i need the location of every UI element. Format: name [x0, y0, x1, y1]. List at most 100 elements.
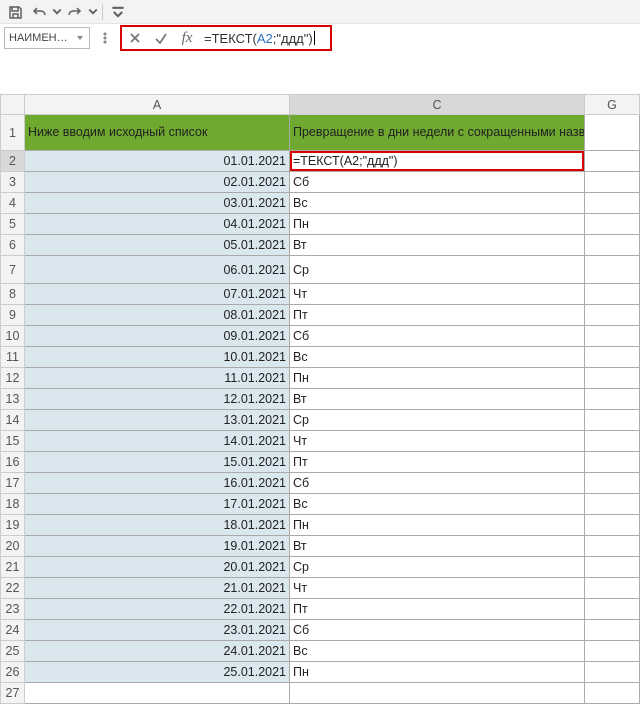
cell-A[interactable]: 07.01.2021 — [25, 284, 290, 305]
row-header[interactable]: 18 — [1, 494, 25, 515]
cell-C[interactable]: Пн — [290, 662, 585, 683]
cell-A[interactable]: 11.01.2021 — [25, 368, 290, 389]
header-cell-A1[interactable]: Ниже вводим исходный список — [25, 115, 290, 151]
cell-C[interactable]: Пн — [290, 515, 585, 536]
row-header[interactable]: 14 — [1, 410, 25, 431]
cell-C[interactable]: Вс — [290, 193, 585, 214]
cell-G[interactable] — [585, 557, 640, 578]
undo-button[interactable] — [28, 2, 50, 22]
row-header[interactable]: 21 — [1, 557, 25, 578]
cell-C[interactable]: Пт — [290, 305, 585, 326]
cell-C[interactable]: Ср — [290, 557, 585, 578]
cell-A[interactable]: 24.01.2021 — [25, 641, 290, 662]
cell[interactable] — [585, 115, 640, 151]
cell-C[interactable]: Сб — [290, 172, 585, 193]
cell-A[interactable]: 04.01.2021 — [25, 214, 290, 235]
column-header-G[interactable]: G — [585, 95, 640, 115]
cell-G[interactable] — [585, 578, 640, 599]
cell-C[interactable]: Чт — [290, 431, 585, 452]
cell-C[interactable] — [290, 683, 585, 704]
redo-button[interactable] — [64, 2, 86, 22]
cell-C[interactable]: Вс — [290, 494, 585, 515]
cell-G[interactable] — [585, 151, 640, 172]
cell-G[interactable] — [585, 662, 640, 683]
cell-G[interactable] — [585, 473, 640, 494]
row-header[interactable]: 3 — [1, 172, 25, 193]
row-header[interactable]: 4 — [1, 193, 25, 214]
cell-C[interactable]: Пт — [290, 599, 585, 620]
row-controls[interactable] — [96, 27, 114, 49]
row-header[interactable]: 26 — [1, 662, 25, 683]
cell-G[interactable] — [585, 326, 640, 347]
cell-A[interactable]: 25.01.2021 — [25, 662, 290, 683]
cell-G[interactable] — [585, 214, 640, 235]
row-header[interactable]: 12 — [1, 368, 25, 389]
cell-G[interactable] — [585, 368, 640, 389]
cell-C[interactable]: Ср — [290, 256, 585, 284]
name-box[interactable]: НАИМЕН… — [4, 27, 90, 49]
row-header[interactable]: 10 — [1, 326, 25, 347]
row-header[interactable]: 24 — [1, 620, 25, 641]
customize-qat-button[interactable] — [107, 2, 129, 22]
row-header[interactable]: 9 — [1, 305, 25, 326]
cell-G[interactable] — [585, 515, 640, 536]
cell-G[interactable] — [585, 494, 640, 515]
save-button[interactable] — [4, 2, 26, 22]
row-header[interactable]: 25 — [1, 641, 25, 662]
cell-C[interactable]: Пт — [290, 452, 585, 473]
row-header[interactable]: 22 — [1, 578, 25, 599]
cell-G[interactable] — [585, 235, 640, 256]
row-header[interactable]: 5 — [1, 214, 25, 235]
header-cell-C1[interactable]: Превращение в дни недели с сокращенными … — [290, 115, 585, 151]
cell-A[interactable]: 09.01.2021 — [25, 326, 290, 347]
cell-C[interactable]: Вт — [290, 536, 585, 557]
row-header[interactable]: 16 — [1, 452, 25, 473]
cell-C[interactable]: Сб — [290, 620, 585, 641]
row-header[interactable]: 2 — [1, 151, 25, 172]
cell-A[interactable]: 13.01.2021 — [25, 410, 290, 431]
formula-input[interactable]: =ТЕКСТ(A2;"ддд") — [200, 28, 330, 49]
row-header[interactable]: 13 — [1, 389, 25, 410]
row-header[interactable]: 15 — [1, 431, 25, 452]
cell-G[interactable] — [585, 536, 640, 557]
cell-A[interactable] — [25, 683, 290, 704]
cell-A[interactable]: 05.01.2021 — [25, 235, 290, 256]
cell-G[interactable] — [585, 620, 640, 641]
column-header-C[interactable]: C — [290, 95, 585, 115]
row-header[interactable]: 27 — [1, 683, 25, 704]
row-header[interactable]: 6 — [1, 235, 25, 256]
row-header[interactable]: 23 — [1, 599, 25, 620]
cell-C[interactable]: Сб — [290, 326, 585, 347]
cell-C[interactable]: Вт — [290, 389, 585, 410]
row-header[interactable]: 17 — [1, 473, 25, 494]
row-header[interactable]: 1 — [1, 115, 25, 151]
cell-A[interactable]: 19.01.2021 — [25, 536, 290, 557]
row-header[interactable]: 11 — [1, 347, 25, 368]
row-header[interactable]: 20 — [1, 536, 25, 557]
cell-A[interactable]: 01.01.2021 — [25, 151, 290, 172]
cell-G[interactable] — [585, 389, 640, 410]
select-all-corner[interactable] — [1, 95, 25, 115]
insert-function-button[interactable]: fx — [174, 30, 200, 47]
cell-C[interactable]: Ср — [290, 410, 585, 431]
cell-G[interactable] — [585, 641, 640, 662]
cell-A[interactable]: 08.01.2021 — [25, 305, 290, 326]
cell-A[interactable]: 21.01.2021 — [25, 578, 290, 599]
cell-C[interactable]: Пн — [290, 214, 585, 235]
cell-A[interactable]: 17.01.2021 — [25, 494, 290, 515]
cell-A[interactable]: 06.01.2021 — [25, 256, 290, 284]
redo-dropdown[interactable] — [88, 2, 98, 22]
confirm-formula-button[interactable] — [148, 28, 174, 49]
cell-A[interactable]: 02.01.2021 — [25, 172, 290, 193]
cell-A[interactable]: 16.01.2021 — [25, 473, 290, 494]
cell-C[interactable]: Вс — [290, 641, 585, 662]
cell-G[interactable] — [585, 599, 640, 620]
cell-G[interactable] — [585, 452, 640, 473]
cell-A[interactable]: 12.01.2021 — [25, 389, 290, 410]
cell-C[interactable]: Чт — [290, 284, 585, 305]
cell-G[interactable] — [585, 305, 640, 326]
cell-G[interactable] — [585, 410, 640, 431]
name-box-dropdown[interactable] — [73, 31, 87, 45]
cell-G[interactable] — [585, 347, 640, 368]
cell-C[interactable]: Сб — [290, 473, 585, 494]
